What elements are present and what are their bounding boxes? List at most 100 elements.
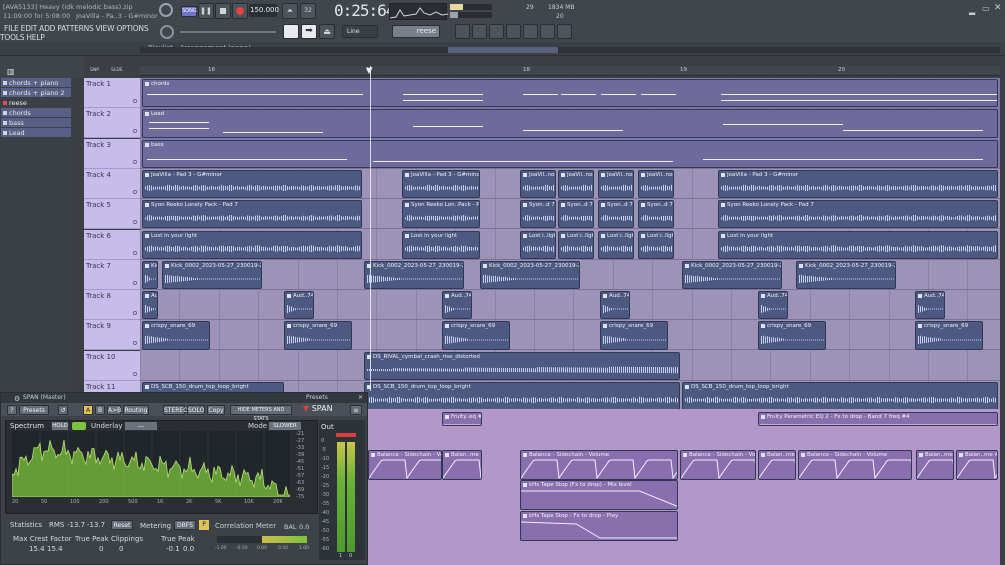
channel-select[interactable]: reese xyxy=(392,25,440,38)
main-pitch-slider[interactable] xyxy=(180,31,276,33)
pattern-item[interactable]: bass xyxy=(1,118,71,128)
spectrum-analyzer[interactable]: Spectrum HOLD Underlay --- Mode SLOWER -… xyxy=(5,420,318,514)
arrow-mode-icon[interactable]: ➡ xyxy=(301,24,317,39)
playlist-clip[interactable]: Lost i..light xyxy=(520,230,556,259)
track-mute-icon[interactable] xyxy=(133,311,137,316)
span-presets-label[interactable]: Presets xyxy=(306,393,328,403)
track-header[interactable]: Track 4 xyxy=(84,168,140,199)
playlist-clip[interactable]: Kick_0002_2023-05-27_230019-2 xyxy=(162,260,262,290)
playlist-clip[interactable]: crispy_snare_69 xyxy=(600,321,668,350)
routing-button[interactable]: Routing xyxy=(123,405,149,415)
typing-keyboard-icon[interactable] xyxy=(283,24,299,39)
playlist-clip[interactable]: Balan..me #2 xyxy=(916,449,954,480)
playlist-clip[interactable]: chords xyxy=(142,79,998,108)
track-header[interactable]: Track 10 xyxy=(84,350,140,381)
metering-help-icon[interactable]: P xyxy=(199,520,209,530)
pattern-item[interactable]: chords xyxy=(1,108,71,118)
playlist-clip[interactable]: Balan..me #2 xyxy=(442,449,482,480)
solo-button[interactable]: SOLO xyxy=(187,405,205,415)
pattern-item[interactable]: chords + piano xyxy=(1,78,71,88)
browser-window-icon[interactable] xyxy=(523,24,538,39)
track-mute-icon[interactable] xyxy=(133,129,137,134)
slot-a-button[interactable]: A xyxy=(83,405,93,415)
playlist-clip[interactable]: Aud..744 xyxy=(284,291,314,320)
track-mute-icon[interactable] xyxy=(133,250,137,255)
span-titlebar[interactable]: SPAN (Master) ⚙ Presets ✕ xyxy=(1,393,367,403)
playlist-clip[interactable]: kHs Tape Stop - Fx to drop - Play xyxy=(520,511,678,542)
track-header[interactable]: Track 1 xyxy=(84,78,140,108)
dbfs-select[interactable]: DBFS xyxy=(174,520,196,530)
minimize-icon[interactable]: ▭ xyxy=(982,4,990,13)
playlist-clip[interactable]: kHs Tape Stop (Fx to drop) - Mix level xyxy=(520,479,678,510)
reset-button[interactable]: Reset xyxy=(111,520,133,530)
playlist-clip[interactable]: Fruity..eq #3 xyxy=(442,412,482,427)
piano-roll-window-icon[interactable] xyxy=(472,24,487,39)
slot-b-button[interactable]: B xyxy=(95,405,105,415)
playlist-window-icon[interactable] xyxy=(455,24,470,39)
track-header[interactable]: Track 3 xyxy=(84,138,140,169)
channel-rack-window-icon[interactable] xyxy=(489,24,504,39)
menu-icon[interactable]: ≡ xyxy=(350,405,362,415)
copy-a-b-button[interactable]: A>B xyxy=(107,405,121,415)
playlist-clip[interactable]: Kick_0002_2023-05-27_230019-2 xyxy=(142,260,158,290)
playlist-clip[interactable]: JoaVilla - Pad 3 - G#minor xyxy=(402,169,480,199)
playlist-clip[interactable]: Lost in your light xyxy=(718,230,998,259)
playlist-clip[interactable]: Syon..d 7 xyxy=(598,200,634,229)
playlist-clip[interactable]: Aud..744 xyxy=(442,291,472,320)
playlist-clip[interactable]: Balance - Sidechain - Volume xyxy=(520,449,678,480)
metronome-icon[interactable]: ⏶ xyxy=(282,3,298,19)
copy-button[interactable]: Copy xyxy=(207,405,225,415)
menu-view[interactable]: VIEW xyxy=(96,24,115,33)
spectrum-plot[interactable] xyxy=(11,431,291,498)
recording-icon[interactable]: ⏏ xyxy=(319,24,335,39)
pattern-song-toggle[interactable]: SONG xyxy=(181,6,197,17)
piano-icon[interactable]: ▥ xyxy=(7,67,15,76)
menu-icon[interactable]: ▂ xyxy=(969,6,975,15)
step-edit-icon[interactable]: 32 xyxy=(300,3,316,19)
playlist-clip[interactable]: Lead xyxy=(142,109,998,138)
playlist-clip[interactable]: Balance - Sidechain - Volume xyxy=(368,449,442,480)
playlist-clip[interactable]: JoaVil..nor xyxy=(638,169,674,199)
playlist-clip[interactable]: crispy_snare_69 xyxy=(915,321,983,350)
track-mute-icon[interactable] xyxy=(133,159,137,164)
track-header[interactable]: Track 5 xyxy=(84,199,140,230)
playlist-clip[interactable]: Lost i..light xyxy=(558,230,594,259)
menu-help[interactable]: HELP xyxy=(26,33,44,42)
playlist-clip[interactable]: DS_SCB_150_drum_top_loop_bright xyxy=(682,382,998,411)
playlist-clip[interactable]: Lost i..light xyxy=(598,230,634,259)
pattern-item[interactable]: chords + piano 2 xyxy=(1,88,71,98)
track-mute-icon[interactable] xyxy=(133,189,137,194)
mode-select[interactable]: SLOWER xyxy=(268,421,302,431)
playlist-clip[interactable]: Syon Reeko Lon..Pack - Pad 7 xyxy=(402,200,480,229)
menu-add[interactable]: ADD xyxy=(39,24,55,33)
hide-meters-button[interactable]: HIDE METERS AND STATS xyxy=(230,405,292,422)
playlist-clip[interactable]: crispy_snare_69 xyxy=(758,321,826,350)
project-info-icon[interactable] xyxy=(557,24,572,39)
playlist-clip[interactable]: Kick_0002_2023-05-27_230019-2 xyxy=(682,260,782,290)
playlist-clip[interactable]: Syon..d 7 xyxy=(520,200,556,229)
undo-icon[interactable]: ↺ xyxy=(58,405,68,415)
close-icon[interactable]: ✕ xyxy=(994,3,1002,13)
track-header[interactable]: Track 9 xyxy=(84,320,140,351)
timeline-ruler[interactable]: 1617181920 xyxy=(140,66,1000,76)
playlist-clip[interactable]: JoaVilla - Pad 3 - G#minor xyxy=(142,169,362,199)
playlist-clip[interactable]: Aud..744 xyxy=(758,291,788,320)
stop-button[interactable] xyxy=(215,3,231,19)
hold-indicator[interactable] xyxy=(72,422,86,430)
mixer-window-icon[interactable] xyxy=(506,24,521,39)
playlist-clip[interactable]: DS_SCB_150_drum_top_loop_bright xyxy=(364,382,680,411)
playlist-clip[interactable]: Kick_0002_2023-05-27_230019-2 xyxy=(480,260,580,290)
playlist-clip[interactable]: JoaVil..nor xyxy=(598,169,634,199)
help-button[interactable]: ? xyxy=(7,405,17,415)
playlist-clip[interactable]: Balan..me #2 xyxy=(758,449,796,480)
pattern-item[interactable]: reese xyxy=(1,98,71,108)
menu-patterns[interactable]: PATTERNS xyxy=(57,24,94,33)
playlist-clip[interactable]: Aud..744 xyxy=(915,291,945,320)
track-mute-icon[interactable] xyxy=(133,341,137,346)
presets-button[interactable]: Presets xyxy=(19,405,49,415)
record-button[interactable] xyxy=(232,3,248,19)
playlist-clip[interactable]: crispy_snare_69 xyxy=(442,321,510,350)
playlist-clip[interactable]: Syon Reeko Lonely Pack - Pad 7 xyxy=(142,200,362,229)
playlist-clip[interactable]: Syon Reeko Lonely Pack - Pad 7 xyxy=(718,200,998,229)
track-mute-icon[interactable] xyxy=(133,220,137,225)
